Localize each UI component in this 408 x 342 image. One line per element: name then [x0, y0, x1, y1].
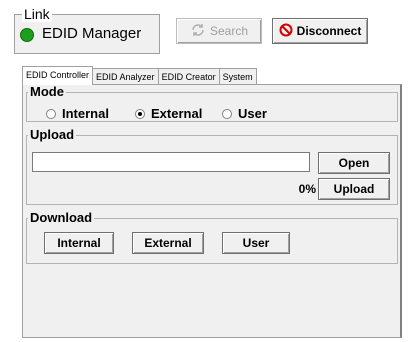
no-entry-icon [279, 23, 293, 40]
tab-system[interactable]: System [218, 68, 257, 85]
upload-progress-percent: 0% [298, 182, 316, 196]
tab-strip: EDID Controller EDID Analyzer EDID Creat… [22, 66, 257, 85]
download-legend: Download [28, 210, 95, 225]
upload-file-input[interactable] [32, 152, 310, 172]
search-button-label: Search [209, 24, 249, 38]
upload-button[interactable]: Upload [318, 178, 390, 200]
mode-radio-user-label: User [238, 106, 267, 121]
tab-edid-controller[interactable]: EDID Controller [22, 66, 94, 85]
download-user-button[interactable]: User [222, 232, 290, 254]
download-external-button[interactable]: External [132, 232, 204, 254]
green-led-icon [20, 28, 34, 42]
disconnect-button[interactable]: Disconnect [272, 18, 368, 44]
download-external-label: External [144, 236, 192, 250]
link-legend: Link [22, 6, 52, 22]
link-device-name: EDID Manager [42, 25, 142, 42]
refresh-search-icon [190, 22, 206, 41]
mode-radio-internal-label: Internal [62, 106, 109, 121]
mode-legend: Mode [28, 84, 66, 99]
mode-radio-user[interactable]: User [222, 106, 267, 121]
tab-edid-analyzer[interactable]: EDID Analyzer [92, 68, 159, 85]
open-button-label: Open [338, 156, 370, 170]
download-internal-button[interactable]: Internal [44, 232, 114, 254]
radio-circle-icon [46, 108, 56, 119]
disconnect-button-label: Disconnect [296, 24, 362, 38]
open-button[interactable]: Open [318, 152, 390, 174]
mode-radio-internal[interactable]: Internal [46, 106, 109, 121]
mode-radio-external-label: External [151, 106, 203, 121]
upload-button-label: Upload [333, 182, 375, 196]
mode-radio-external[interactable]: External [135, 106, 202, 121]
search-button[interactable]: Search [176, 18, 262, 44]
download-user-label: User [242, 236, 270, 250]
upload-legend: Upload [28, 127, 77, 142]
radio-circle-icon [222, 108, 232, 119]
tab-edid-creator[interactable]: EDID Creator [157, 68, 220, 85]
download-internal-label: Internal [57, 236, 101, 250]
radio-circle-selected-icon [135, 108, 145, 119]
